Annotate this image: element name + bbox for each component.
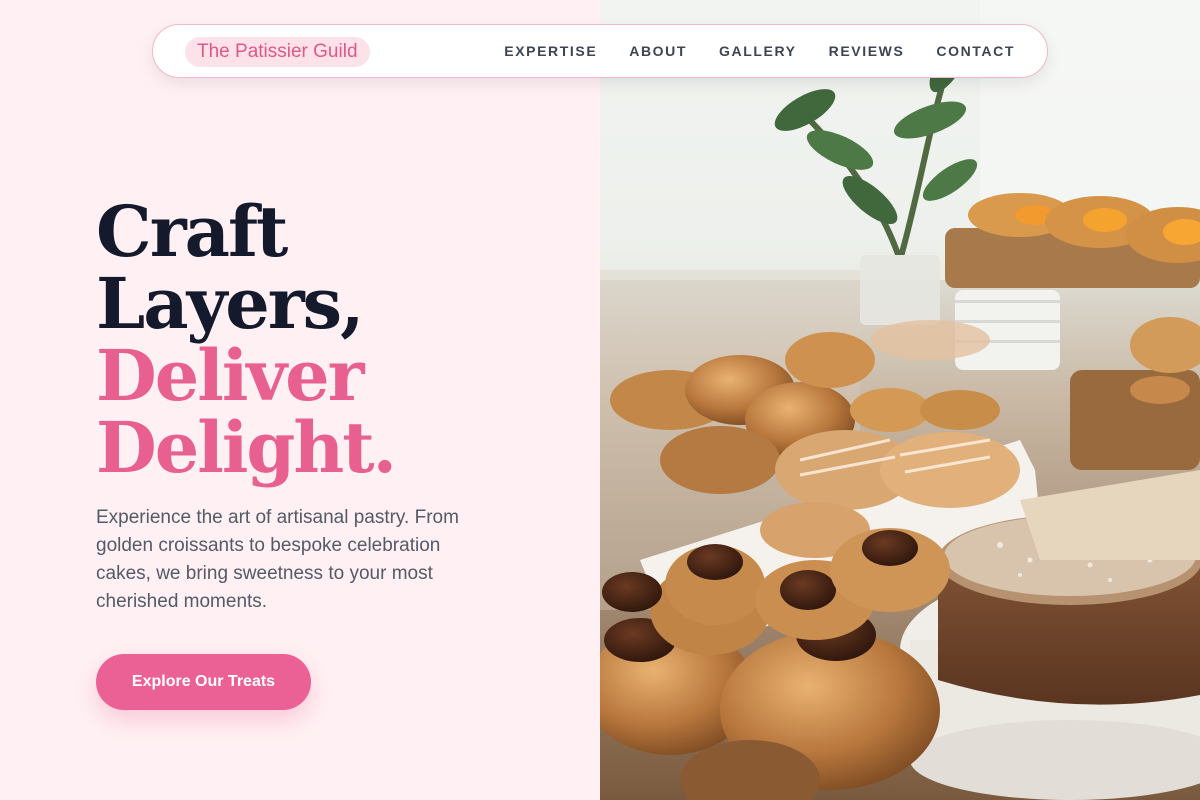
headline-line-1: Craft (96, 190, 288, 273)
hero-left-pane: Craft Layers, Deliver Delight. Experienc… (0, 0, 600, 800)
top-navbar: The Patissier Guild EXPERTISE ABOUT GALL… (152, 24, 1048, 78)
hero-description: Experience the art of artisanal pastry. … (96, 507, 459, 612)
nav-link-gallery[interactable]: GALLERY (719, 43, 797, 59)
headline-line-3: Deliver (96, 334, 365, 417)
bakery-photo (600, 0, 1200, 800)
brand-logo[interactable]: The Patissier Guild (185, 37, 370, 67)
nav-link-expertise[interactable]: EXPERTISE (504, 43, 597, 59)
nav-link-contact[interactable]: CONTACT (936, 43, 1015, 59)
nav-link-about[interactable]: ABOUT (629, 43, 687, 59)
nav-links: EXPERTISE ABOUT GALLERY REVIEWS CONTACT (504, 25, 1015, 77)
hero-headline: Craft Layers, Deliver Delight. (96, 190, 397, 489)
explore-treats-button[interactable]: Explore Our Treats (96, 654, 311, 710)
headline-line-2: Layers, (96, 262, 364, 345)
headline-line-4: Delight. (96, 406, 397, 489)
nav-link-reviews[interactable]: REVIEWS (829, 43, 905, 59)
